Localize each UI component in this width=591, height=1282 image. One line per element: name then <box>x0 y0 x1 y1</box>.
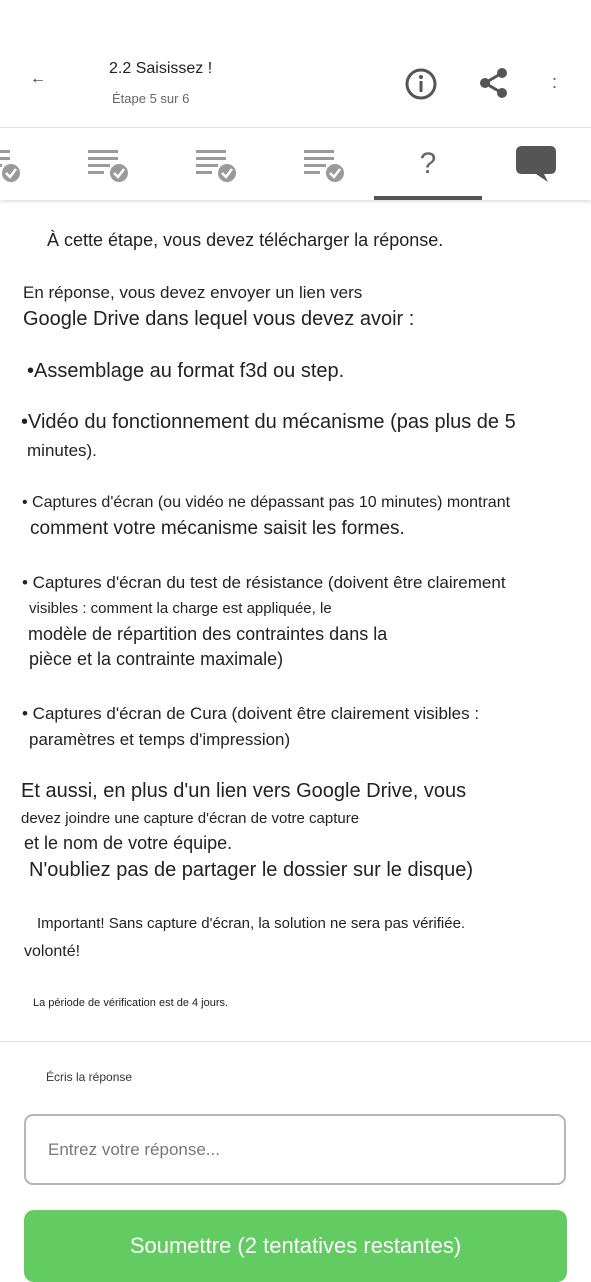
bullet-item: paramètres et temps d'impression) <box>29 730 291 749</box>
text-check-icon <box>88 150 128 182</box>
important-note: volonté! <box>24 943 81 960</box>
instruction-line: Google Drive dans lequel vous devez avoi… <box>23 308 415 330</box>
question-icon: ? <box>419 147 437 180</box>
bullet-item: minutes). <box>27 441 97 460</box>
text-check-icon <box>196 150 236 182</box>
answer-label: Écris la réponse <box>46 1070 133 1084</box>
info-icon[interactable] <box>404 67 438 101</box>
bullet-item: • Captures d'écran du test de résistance… <box>22 573 506 592</box>
instruction-line: En réponse, vous devez envoyer un lien v… <box>23 283 363 302</box>
submit-button[interactable]: Soumettre (2 tentatives restantes) <box>24 1210 567 1282</box>
tab-step-1[interactable] <box>0 128 54 200</box>
arrow-left-icon[interactable]: ← <box>30 70 46 88</box>
chat-bubble-icon <box>516 146 556 182</box>
bullet-item: •Vidéo du fonctionnement du mécanisme (p… <box>21 411 516 433</box>
bullet-item: • Captures d'écran de Cura (doivent être… <box>22 704 480 723</box>
share-icon[interactable] <box>477 66 511 100</box>
bullet-item: modèle de répartition des contraintes da… <box>28 624 388 644</box>
step-indicator: Étape 5 sur 6 <box>112 91 190 106</box>
bullet-item: • Captures d'écran (ou vidéo ne dépassan… <box>22 494 511 511</box>
verification-period: La période de vérification est de 4 jour… <box>33 997 229 1009</box>
extra-instructions: devez joindre une capture d'écran de vot… <box>21 810 360 827</box>
answer-input[interactable] <box>24 1114 566 1185</box>
bullet-item: pièce et la contrainte maximale) <box>29 649 284 669</box>
important-note: Important! Sans capture d'écran, la solu… <box>37 915 466 932</box>
extra-instructions: et le nom de votre équipe. <box>24 833 233 853</box>
tab-chat[interactable] <box>482 128 590 200</box>
text-check-icon <box>304 150 344 182</box>
bullet-item: comment votre mécanisme saisit les forme… <box>30 518 405 539</box>
more-vertical-icon[interactable]: : <box>552 72 557 93</box>
tab-step-5[interactable]: ? <box>374 128 482 200</box>
tab-step-4[interactable] <box>270 128 378 200</box>
extra-instructions: Et aussi, en plus d'un lien vers Google … <box>21 780 467 802</box>
page-title: 2.2 Saisissez ! <box>109 60 213 77</box>
divider <box>0 1041 591 1042</box>
bullet-item: visibles : comment la charge est appliqu… <box>29 600 332 617</box>
intro-text: À cette étape, vous devez télécharger la… <box>47 230 444 250</box>
bullet-item: •Assemblage au format f3d ou step. <box>27 360 345 382</box>
step-tabs: ? <box>0 128 591 200</box>
tab-step-3[interactable] <box>162 128 270 200</box>
extra-instructions: N'oubliez pas de partager le dossier sur… <box>29 859 474 881</box>
text-check-icon <box>0 150 20 182</box>
tab-step-2[interactable] <box>54 128 162 200</box>
top-app-bar: ← 2.2 Saisissez ! Étape 5 sur 6 : <box>0 0 591 128</box>
